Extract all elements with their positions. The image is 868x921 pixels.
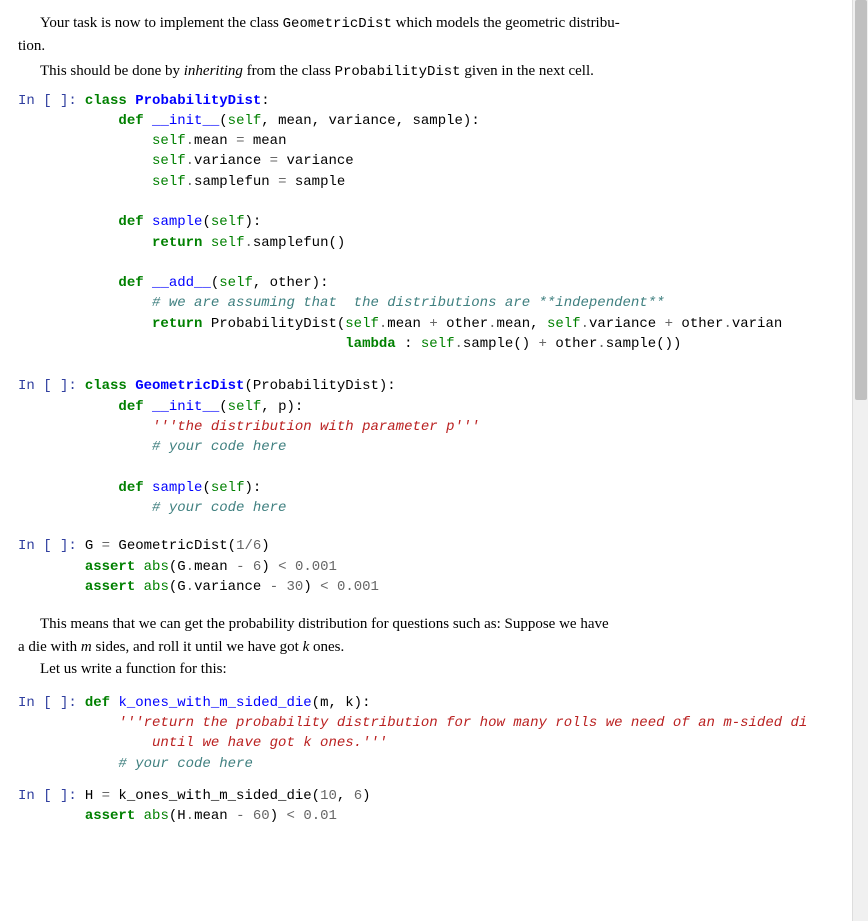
input-prompt: In [ ]: xyxy=(18,693,85,774)
text: Your task is now to implement the class xyxy=(40,15,283,31)
code-area[interactable]: class GeometricDist(ProbabilityDist): de… xyxy=(85,376,850,518)
text: which models the geometric distribu- xyxy=(392,15,620,31)
scrollbar-thumb[interactable] xyxy=(855,0,867,400)
text: given in the next cell. xyxy=(461,63,594,79)
text: This means that we can get the probabili… xyxy=(40,616,609,632)
text: a die with xyxy=(18,639,81,655)
code-area[interactable]: H = k_ones_with_m_sided_die(10, 6) asser… xyxy=(85,786,850,827)
middle-paragraph: This means that we can get the probabili… xyxy=(18,613,850,681)
code-cell-4[interactable]: In [ ]: def k_ones_with_m_sided_die(m, k… xyxy=(18,693,850,774)
text: This should be done by xyxy=(40,63,184,79)
code-inline: GeometricDist xyxy=(283,16,392,32)
input-prompt: In [ ]: xyxy=(18,91,85,355)
input-prompt: In [ ]: xyxy=(18,786,85,827)
intro-paragraph-2: This should be done by inheriting from t… xyxy=(18,60,850,83)
input-prompt: In [ ]: xyxy=(18,536,85,597)
text: tion. xyxy=(18,38,45,54)
text-italic: inheriting xyxy=(184,63,243,79)
text-italic: m xyxy=(81,639,92,655)
code-inline: ProbabilityDist xyxy=(335,64,461,80)
code-cell-2[interactable]: In [ ]: class GeometricDist(ProbabilityD… xyxy=(18,376,850,518)
input-prompt: In [ ]: xyxy=(18,376,85,518)
text: ones. xyxy=(309,639,344,655)
text: Let us write a function for this: xyxy=(40,661,227,677)
text: sides, and roll it until we have got xyxy=(92,639,303,655)
code-cell-3[interactable]: In [ ]: G = GeometricDist(1/6) assert ab… xyxy=(18,536,850,597)
code-cell-1[interactable]: In [ ]: class ProbabilityDist: def __ini… xyxy=(18,91,850,355)
code-area[interactable]: def k_ones_with_m_sided_die(m, k): '''re… xyxy=(85,693,850,774)
scrollbar-track[interactable] xyxy=(852,0,868,921)
code-cell-5[interactable]: In [ ]: H = k_ones_with_m_sided_die(10, … xyxy=(18,786,850,827)
code-area[interactable]: class ProbabilityDist: def __init__(self… xyxy=(85,91,850,355)
intro-paragraph-1: Your task is now to implement the class … xyxy=(18,12,850,58)
code-area[interactable]: G = GeometricDist(1/6) assert abs(G.mean… xyxy=(85,536,850,597)
text: from the class xyxy=(243,63,335,79)
